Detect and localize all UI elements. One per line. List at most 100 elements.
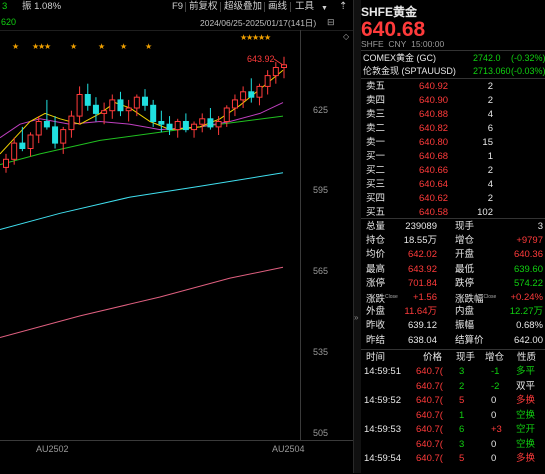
- stat-value: 239089: [405, 221, 437, 232]
- stat-label: 振幅: [455, 320, 475, 332]
- trend-icon[interactable]: ⇡: [339, 1, 347, 13]
- stat-value: 0.68%: [516, 320, 543, 332]
- bid-row[interactable]: 买二 640.66 2: [361, 164, 545, 177]
- event-star-icon: ★: [98, 42, 105, 51]
- ticks-header-cell: 价格: [423, 352, 443, 363]
- candle: [272, 62, 279, 84]
- tick-oi-change: 0: [491, 453, 497, 464]
- price-axis: 625 595 565 535 505 ◇: [300, 30, 354, 440]
- ask-volume: 2: [487, 95, 493, 106]
- stat-row: 最高 643.92 最低 639.60: [361, 263, 545, 276]
- stat-label: 跌停: [455, 277, 475, 289]
- stat-value: 639.12: [407, 320, 437, 332]
- tick-volume: 2: [459, 380, 465, 392]
- stat-label: 均价: [366, 249, 386, 261]
- dropdown-arrow-icon[interactable]: ▼: [321, 3, 328, 15]
- tick-nature: 空开: [516, 424, 536, 435]
- ask-row[interactable]: 卖一 640.80 15: [361, 136, 545, 149]
- bid-volume: 2: [487, 193, 493, 204]
- tick-volume: 6: [459, 424, 465, 435]
- stat-label: 总量: [366, 221, 386, 232]
- stat-value: 640.36: [513, 249, 543, 261]
- tick-price: 640.7(: [416, 366, 443, 377]
- date-range: 2024/06/25-2025/01/17(141日): [200, 18, 317, 28]
- tick-oi-change: 0: [491, 438, 497, 450]
- bid-row[interactable]: 买三 640.64 4: [361, 178, 545, 191]
- ask-price: 640.80: [419, 137, 449, 148]
- ask-row[interactable]: 卖五 640.92 2: [361, 80, 545, 93]
- candle: [150, 99, 157, 127]
- menu-draw-line[interactable]: 画线: [268, 1, 287, 13]
- stat-value: 639.60: [513, 263, 543, 275]
- ask-row[interactable]: 卖二 640.82 6: [361, 122, 545, 135]
- tick-nature: 多换: [516, 453, 536, 464]
- y-tick: 565: [313, 266, 329, 276]
- candlestick-chart[interactable]: ★ ★★★ ★ ★ ★ ★★★★★★ 643.92: [0, 30, 300, 440]
- ask-label: 卖五: [366, 81, 386, 92]
- tick-row: 640.7(1 0 空换: [361, 409, 545, 422]
- stat-value: +1.56: [412, 292, 437, 303]
- candle: [191, 121, 198, 138]
- menu-forward-adjust[interactable]: 前复权: [189, 1, 218, 13]
- ask-label: 卖三: [366, 109, 386, 120]
- lock-icon[interactable]: ⊟: [327, 16, 335, 28]
- ask-label: 卖一: [366, 137, 386, 148]
- collapse-icon[interactable]: ◇: [343, 32, 349, 41]
- stat-value: 3: [537, 221, 543, 232]
- stat-value: 11.64万: [404, 306, 437, 318]
- candle: [133, 94, 140, 117]
- ma-line-long: [0, 172, 284, 230]
- related-instrument-row[interactable]: 伦敦金现 (SPTAUUSD) 2713.060 (-0.03%): [361, 65, 545, 78]
- stat-row: 总量 239089 现手 3: [361, 220, 545, 233]
- candle: [125, 99, 132, 122]
- tick-nature: 空换: [516, 438, 536, 450]
- candle: [101, 102, 108, 125]
- related-change: (-0.32%): [511, 53, 545, 63]
- bid-label: 买四: [366, 193, 386, 204]
- ask-price: 640.90: [419, 95, 449, 106]
- related-instrument-row[interactable]: COMEX黄金 (GC) 2742.0 (-0.32%): [361, 52, 545, 65]
- ask-row[interactable]: 卖四 640.90 2: [361, 94, 545, 107]
- candle: [207, 108, 214, 130]
- ask-label: 卖四: [366, 95, 386, 106]
- high-annotation: 643.92: [247, 54, 275, 64]
- candle: [117, 91, 124, 117]
- x-tick: AU2502: [36, 444, 69, 454]
- bid-row[interactable]: 买一 640.68 1: [361, 150, 545, 163]
- tick-volume: 5: [459, 453, 465, 464]
- y-tick: 535: [313, 347, 329, 357]
- tick-row: 14:59:51 640.7(3 -1 多平: [361, 365, 545, 378]
- ticks-header-cell: 现手: [456, 352, 476, 363]
- menu-tools[interactable]: 工具: [295, 1, 314, 13]
- event-star-icon: ★: [264, 33, 271, 42]
- f9-button[interactable]: F9: [172, 1, 183, 13]
- event-star-icon: ★: [70, 42, 77, 51]
- y-tick: 625: [313, 105, 329, 115]
- tick-volume: 5: [459, 395, 465, 406]
- tick-time: 14:59:53: [364, 424, 401, 435]
- bid-price: 640.64: [419, 179, 449, 190]
- bid-volume: 1: [487, 151, 493, 162]
- event-star-icon: ★: [44, 42, 51, 51]
- y-tick: 505: [313, 428, 329, 438]
- collapse-arrow-icon[interactable]: »: [354, 313, 358, 322]
- ma-line-10: [0, 69, 284, 155]
- related-name: COMEX黄金 (GC): [363, 53, 436, 63]
- bid-row[interactable]: 买四 640.62 2: [361, 192, 545, 205]
- stat-label: 外盘: [366, 306, 386, 318]
- event-star-icon: ★: [12, 42, 19, 51]
- quote-time: 15:00:00: [411, 39, 445, 49]
- tick-oi-change: -1: [491, 366, 500, 377]
- menu-super-overlay[interactable]: 超级叠加: [224, 1, 262, 13]
- candle: [256, 83, 263, 106]
- stat-label: 昨收: [366, 320, 386, 332]
- ask-row[interactable]: 卖三 640.88 4: [361, 108, 545, 121]
- event-stars: ★ ★★★ ★ ★ ★ ★★★★★★: [12, 33, 271, 51]
- candle: [109, 94, 116, 119]
- tick-nature: 多平: [516, 366, 536, 377]
- tick-time: 14:59:51: [364, 366, 401, 377]
- ask-price: 640.92: [419, 81, 449, 92]
- candle: [3, 153, 9, 173]
- tick-price: 640.7(: [416, 424, 443, 435]
- candle: [27, 132, 34, 157]
